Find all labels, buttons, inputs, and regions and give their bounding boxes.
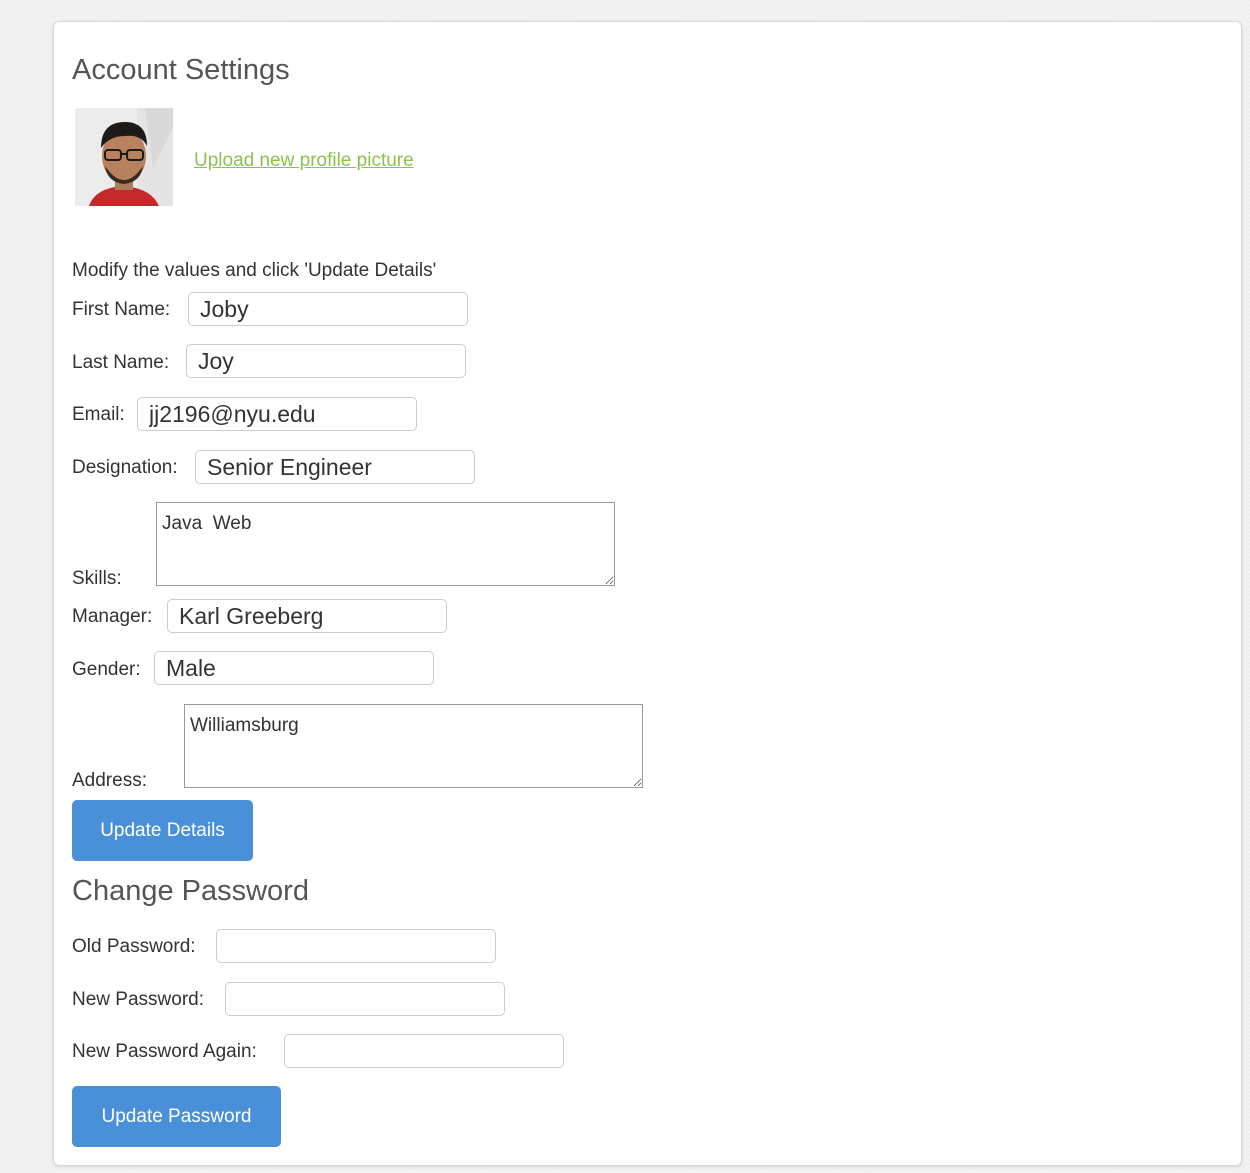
- new-password-again-input[interactable]: [284, 1034, 564, 1068]
- email-label: Email:: [72, 404, 125, 425]
- email-input[interactable]: [137, 397, 417, 431]
- gender-label: Gender:: [72, 659, 141, 680]
- form-instruction: Modify the values and click 'Update Deta…: [72, 260, 437, 281]
- account-settings-card: Account Settings Upload new profile pict…: [53, 21, 1242, 1166]
- skills-label: Skills:: [72, 568, 122, 589]
- last-name-input[interactable]: [186, 344, 466, 378]
- upload-profile-picture-link[interactable]: Upload new profile picture: [194, 150, 414, 172]
- address-textarea[interactable]: Williamsburg: [184, 704, 643, 788]
- first-name-input[interactable]: [188, 292, 468, 326]
- gender-input[interactable]: [154, 651, 434, 685]
- new-password-again-label: New Password Again:: [72, 1041, 257, 1062]
- old-password-input[interactable]: [216, 929, 496, 963]
- profile-avatar: [75, 108, 173, 206]
- designation-label: Designation:: [72, 457, 178, 478]
- update-password-button[interactable]: Update Password: [72, 1086, 281, 1147]
- manager-input[interactable]: [167, 599, 447, 633]
- account-settings-heading: Account Settings: [72, 54, 290, 86]
- first-name-label: First Name:: [72, 299, 171, 320]
- avatar-image: [75, 108, 173, 206]
- new-password-input[interactable]: [225, 982, 505, 1016]
- address-label: Address:: [72, 770, 147, 791]
- last-name-label: Last Name:: [72, 352, 170, 373]
- update-details-button[interactable]: Update Details: [72, 800, 253, 861]
- designation-input[interactable]: [195, 450, 475, 484]
- change-password-heading: Change Password: [72, 875, 309, 907]
- skills-textarea[interactable]: Java Web: [156, 502, 615, 586]
- old-password-label: Old Password:: [72, 936, 196, 957]
- new-password-label: New Password:: [72, 989, 204, 1010]
- manager-label: Manager:: [72, 606, 153, 627]
- page: Account Settings Upload new profile pict…: [0, 0, 1250, 1173]
